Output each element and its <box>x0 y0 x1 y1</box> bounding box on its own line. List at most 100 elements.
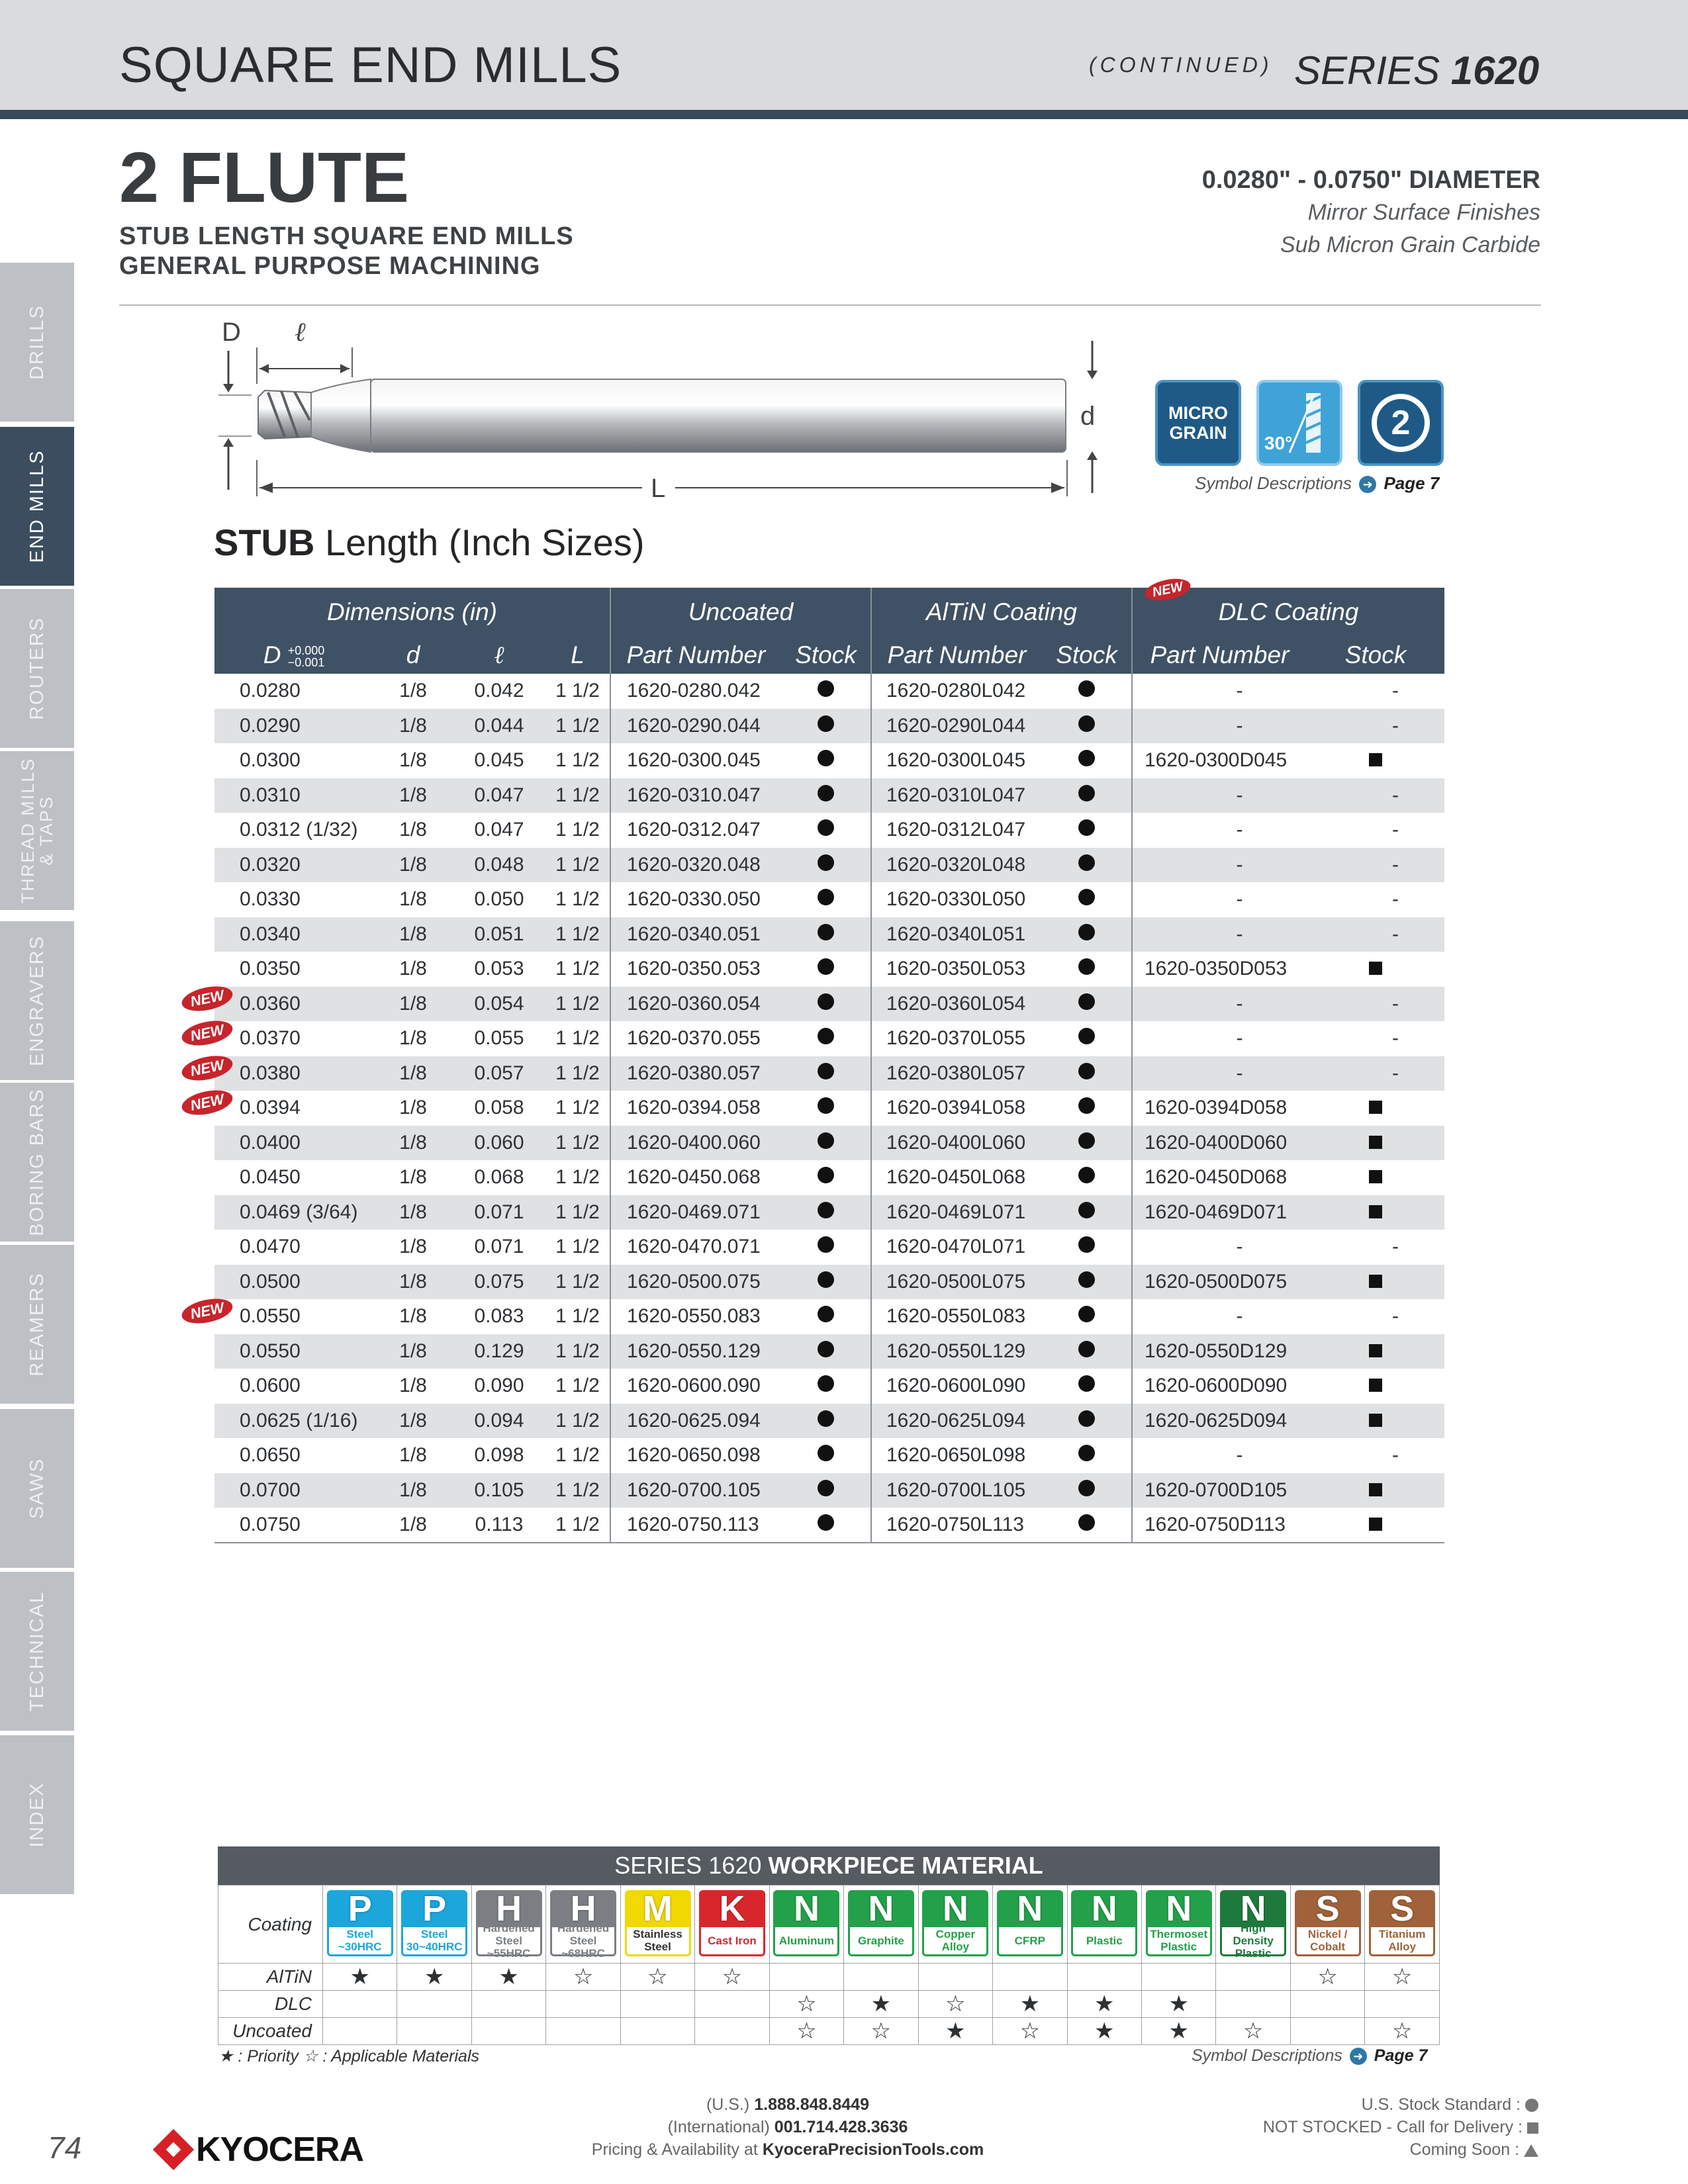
sidebar-tab-label: BORING BARS <box>26 1088 48 1236</box>
in-stock-dot <box>818 1445 834 1462</box>
workpiece-page-link[interactable]: Page 7 <box>1374 2046 1428 2065</box>
sidebar-tab-boring-bars[interactable]: BORING BARS <box>0 1083 74 1242</box>
rating-legend: ★ : Priority ☆ : Applicable Materials <box>218 2047 480 2066</box>
sidebar-tab-label: DRILLS <box>26 304 48 380</box>
cell-L: 1 1/2 <box>545 917 610 952</box>
cell-uncoated-part: 1620-0312.047 <box>610 813 781 848</box>
cell-dlc-part: - <box>1131 813 1307 848</box>
rating-cell <box>397 2017 472 2045</box>
workpiece-material-panel: SERIES 1620 WORKPIECE MATERIAL Coating P S… <box>218 1846 1440 2045</box>
in-stock-dot <box>1078 1271 1095 1288</box>
col-dlc-stock: Stock <box>1307 637 1444 674</box>
sidebar-tab-end-mills[interactable]: END MILLS <box>0 427 74 586</box>
cell-D: 0.0370 <box>240 1027 301 1050</box>
symbol-page-link[interactable]: Page 7 <box>1383 473 1439 493</box>
col-dlc-part: Part Number <box>1131 637 1307 674</box>
cell-D: 0.0469 (3/64) <box>214 1195 373 1230</box>
cell-l: 0.044 <box>453 708 545 743</box>
table-row: 0.0330 1/8 0.050 1 1/2 1620-0330.050 1620-033… <box>214 882 1444 917</box>
cell-altin-part: 1620-0340L051 <box>870 917 1042 952</box>
cell-altin-part: 1620-0625L094 <box>870 1403 1042 1438</box>
cell-altin-stock <box>1042 882 1132 917</box>
coating-row: AlTiN ★ ★ ★ ☆ ☆ ☆ ☆ ☆ <box>218 1963 1440 1991</box>
cell-uncoated-part: 1620-0500.075 <box>610 1264 781 1299</box>
cell-dlc-part: - <box>1131 1056 1307 1091</box>
sidebar-tab-routers[interactable]: ROUTERS <box>0 589 74 748</box>
sidebar-tab-label: REAMERS <box>26 1272 48 1377</box>
cell-uncoated-stock <box>781 1508 871 1543</box>
not-stocked-square <box>1369 1482 1382 1496</box>
subtitle-purpose: GENERAL PURPOSE MACHINING <box>119 252 541 280</box>
not-stocked-square <box>1369 753 1382 767</box>
cell-dlc-part: 1620-0400D060 <box>1131 1125 1307 1160</box>
cell-uncoated-part: 1620-0469.071 <box>610 1195 781 1230</box>
cell-d: 1/8 <box>373 1473 453 1508</box>
in-stock-dot <box>818 680 834 698</box>
cell-dlc-part: - <box>1131 674 1307 709</box>
cell-l: 0.048 <box>453 847 545 882</box>
table-row: 0.0360 1/8 0.054 1 1/2 1620-0360.054 1620-036… <box>214 986 1444 1021</box>
material-hardened-steel-68hrc: H Hardened Steel ~68HRC <box>545 1885 621 1964</box>
cell-altin-stock <box>1042 1125 1132 1160</box>
in-stock-dot <box>1078 784 1095 801</box>
in-stock-dot <box>818 1306 834 1323</box>
sidebar-tab-reamers[interactable]: REAMERS <box>0 1245 74 1404</box>
rating-cell: ★ <box>471 1963 547 1991</box>
sidebar-tab-drills[interactable]: DRILLS <box>0 263 74 422</box>
material-cfrp: N CFRP <box>992 1885 1068 1964</box>
cell-uncoated-part: 1620-0550.083 <box>610 1299 781 1334</box>
table-row: 0.0320 1/8 0.048 1 1/2 1620-0320.048 1620-032… <box>214 847 1444 882</box>
pricing-link[interactable]: Pricing & Availability at KyoceraPrecisi… <box>0 2140 1575 2160</box>
rating-cell: ☆ <box>1364 2017 1440 2045</box>
sidebar-tab-engravers[interactable]: ENGRAVERS <box>0 921 74 1080</box>
in-stock-dot <box>1078 1340 1095 1357</box>
cell-L: 1 1/2 <box>545 1334 610 1369</box>
divider <box>119 304 1541 306</box>
cell-L: 1 1/2 <box>555 1027 600 1050</box>
cell-l: 0.098 <box>474 1444 524 1467</box>
cell-D: 0.0550 <box>240 1305 301 1328</box>
sidebar-tab-saws[interactable]: SAWS <box>0 1409 74 1568</box>
sidebar-tab-label: END MILLS <box>26 449 48 563</box>
not-stocked-square <box>1369 1379 1382 1392</box>
rating-cell: ☆ <box>545 1963 621 1991</box>
rating-cell: ★ <box>917 2017 994 2045</box>
cell-altin-part: 1620-0370L055 <box>870 1021 1042 1056</box>
coating-row: Uncoated ☆ ☆ ★ ☆ ★ ★ ☆ ☆ <box>218 2017 1440 2045</box>
cell-L: 1 1/2 <box>555 819 600 841</box>
in-stock-dot <box>1078 1479 1095 1496</box>
rating-cell <box>1066 1963 1142 1991</box>
in-stock-dot <box>818 1514 834 1531</box>
cell-L: 1 1/2 <box>545 986 610 1021</box>
sidebar-tab-thread-mills-taps[interactable]: THREAD MILLS & TAPS <box>0 751 74 910</box>
cell-dlc-stock: - <box>1392 1444 1399 1467</box>
cell-uncoated-part: 1620-0625.094 <box>610 1403 781 1438</box>
continued-label: (CONTINUED) <box>1089 53 1273 77</box>
material-high-density-plastic: N High Density Plastic <box>1215 1885 1291 1964</box>
finish-note: Mirror Surface Finishes <box>1307 200 1540 225</box>
cell-dlc-stock: - <box>1307 708 1444 743</box>
in-stock-dot <box>1078 1132 1095 1149</box>
cell-d: 1/8 <box>399 1375 427 1397</box>
col-d: d <box>373 637 453 674</box>
cell-D: 0.0700 <box>214 1473 373 1508</box>
cell-uncoated-stock <box>781 1438 871 1473</box>
cell-uncoated-stock <box>781 708 871 743</box>
sidebar-tab-label: SAWS <box>26 1457 48 1520</box>
sidebar-tab-technical[interactable]: TECHNICAL <box>0 1572 74 1731</box>
cell-d: 1/8 <box>399 819 427 841</box>
cell-dlc-stock: - <box>1392 1027 1399 1050</box>
material-hardened-steel-55hrc: H Hardened Steel ~55HRC <box>471 1885 547 1964</box>
table-row: 0.0394 1/8 0.058 1 1/2 1620-0394.058 1620-039… <box>214 1091 1444 1126</box>
cell-altin-stock <box>1042 1508 1132 1543</box>
table-row: 0.0470 1/8 0.071 1 1/2 1620-0470.071 1620-047… <box>214 1230 1444 1265</box>
workpiece-title: SERIES 1620 WORKPIECE MATERIAL <box>218 1846 1440 1885</box>
rating-cell <box>1289 2017 1366 2045</box>
cell-dlc-stock <box>1307 1091 1444 1126</box>
in-stock-dot <box>1078 819 1095 837</box>
sidebar-tab-index[interactable]: INDEX <box>0 1735 74 1894</box>
in-stock-dot <box>818 819 834 837</box>
rating-cell <box>694 2017 770 2045</box>
col-l: ℓ <box>453 637 545 674</box>
cell-L: 1 1/2 <box>545 1056 610 1091</box>
